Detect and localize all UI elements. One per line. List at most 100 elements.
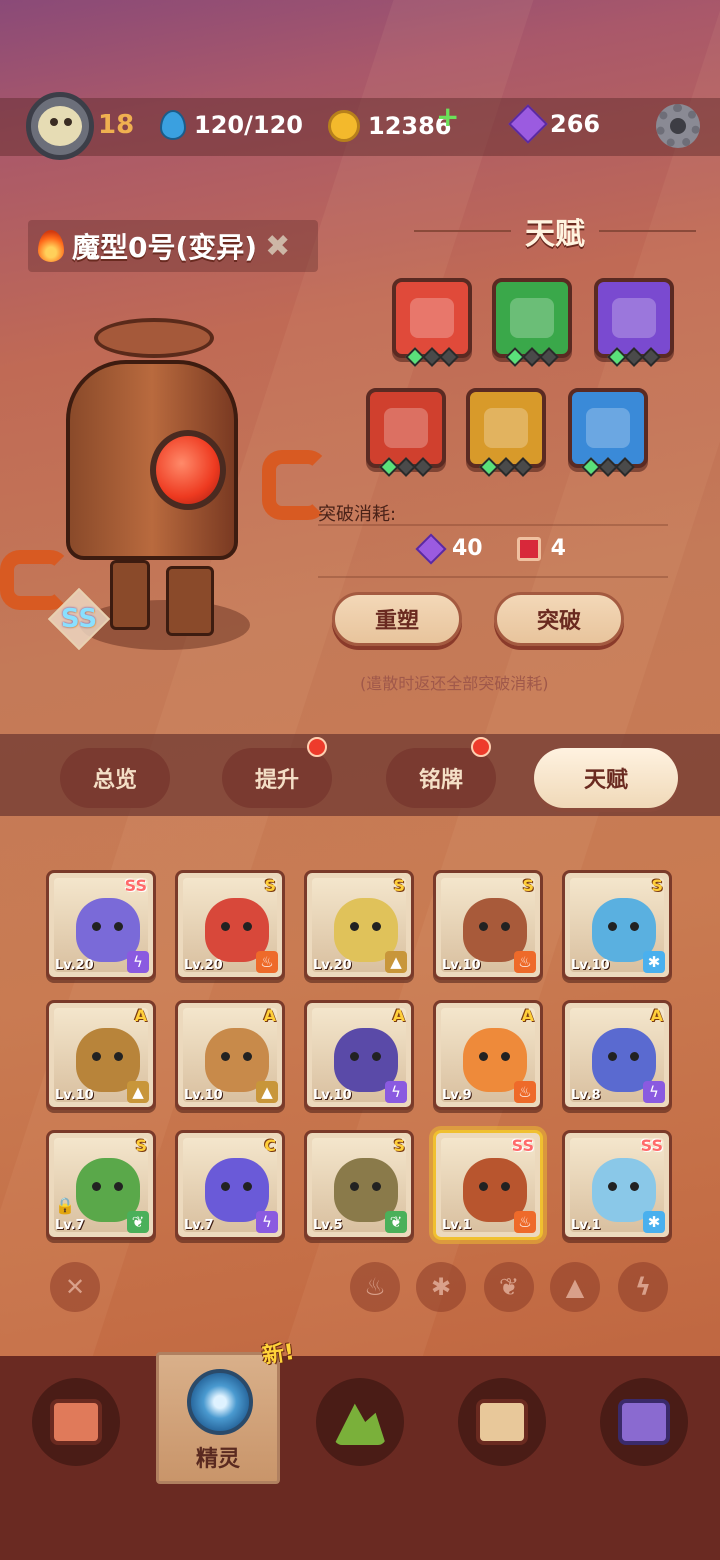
spirit-rank: C xyxy=(264,1136,276,1155)
spirit-level: Lv.8 xyxy=(571,1088,601,1103)
spirit-card[interactable]: S Lv.20 ▲ xyxy=(304,870,414,980)
spirit-level: Lv.1 xyxy=(442,1218,472,1233)
break-cost: 40 4 xyxy=(415,532,566,565)
player-avatar[interactable] xyxy=(26,92,94,160)
add-coins-button[interactable]: + xyxy=(436,100,459,133)
nav-device[interactable] xyxy=(32,1378,120,1466)
close-icon[interactable]: ✖ xyxy=(265,229,290,264)
ornament-right xyxy=(599,230,696,232)
spirit-rank: SS xyxy=(640,1136,663,1155)
nav-chest[interactable] xyxy=(458,1378,546,1466)
fire-filter-icon[interactable]: ♨ xyxy=(350,1262,400,1312)
earth-element-icon: ▲ xyxy=(385,951,407,973)
breakthrough-button[interactable]: 突破 xyxy=(494,592,624,646)
notification-dot xyxy=(307,737,327,757)
cost-books: 4 xyxy=(550,536,566,561)
hero-rank: SS xyxy=(60,604,98,634)
spirit-card[interactable]: SS Lv.1 ✱ xyxy=(562,1130,672,1240)
spirit-card[interactable]: C Lv.7 ϟ xyxy=(175,1130,285,1240)
spirit-rank: A xyxy=(650,1006,663,1025)
energy-value: 120/120 xyxy=(194,111,303,139)
book-icon xyxy=(516,536,541,561)
fire-element-icon xyxy=(38,230,64,262)
ice-filter-icon[interactable]: ✱ xyxy=(416,1262,466,1312)
tab-talent[interactable]: 天赋 xyxy=(534,748,678,808)
avatar-face-icon xyxy=(38,106,82,146)
fire-element-icon: ♨ xyxy=(256,951,278,973)
spirit-card[interactable]: S Lv.5 ❦ xyxy=(304,1130,414,1240)
spirit-rank: S xyxy=(393,876,405,895)
spirit-level: Lv.10 xyxy=(55,1088,94,1103)
player-level: 18 xyxy=(98,110,135,140)
spirit-rank: S xyxy=(393,1136,405,1155)
hero-name-banner: 魔型0号(变异) ✖ xyxy=(28,220,318,272)
spirit-rank: SS xyxy=(124,876,147,895)
lightning-talent-slot[interactable] xyxy=(594,278,674,367)
wing-talent-slot[interactable] xyxy=(466,388,546,477)
settings-gear-icon[interactable] xyxy=(656,104,700,148)
spirit-level: Lv.20 xyxy=(313,958,352,973)
spirit-level: Lv.9 xyxy=(442,1088,472,1103)
leaf-element-icon: ❦ xyxy=(127,1211,149,1233)
fire-element-icon: ♨ xyxy=(514,1211,536,1233)
spirit-rank: A xyxy=(521,1006,534,1025)
divider xyxy=(318,524,668,526)
blood-talent-icon xyxy=(384,408,428,448)
spirit-rank: S xyxy=(522,876,534,895)
spirit-level: Lv.10 xyxy=(571,958,610,973)
ice-element-icon: ✱ xyxy=(643,1211,665,1233)
leaf-filter-icon[interactable]: ❦ xyxy=(484,1262,534,1312)
gem-counter: 266 xyxy=(508,104,600,144)
nav-map-terrain[interactable] xyxy=(316,1378,404,1466)
spirit-orb-icon xyxy=(187,1369,253,1435)
claw-talent-slot[interactable] xyxy=(492,278,572,367)
water-drop-icon xyxy=(160,110,186,140)
fire-element-icon: ♨ xyxy=(514,951,536,973)
spirit-level: Lv.7 xyxy=(55,1218,85,1233)
clear-filter-icon[interactable]: ✕ xyxy=(50,1262,100,1312)
spirit-card[interactable]: A Lv.9 ♨ xyxy=(433,1000,543,1110)
fang-talent-slot[interactable] xyxy=(392,278,472,367)
blood-talent-slot[interactable] xyxy=(366,388,446,477)
spirit-rank: S xyxy=(264,876,276,895)
nav-spirits[interactable]: 精灵 xyxy=(156,1352,280,1484)
lightning-element-icon: ϟ xyxy=(256,1211,278,1233)
reset-button[interactable]: 重塑 xyxy=(332,592,462,646)
spirit-card[interactable]: A Lv.10 ▲ xyxy=(46,1000,156,1110)
spirit-card[interactable]: S Lv.10 ♨ xyxy=(433,870,543,980)
talent-pip xyxy=(513,457,533,477)
spirit-card[interactable]: SS Lv.20 ϟ xyxy=(46,870,156,980)
talent-pip xyxy=(413,457,433,477)
spirit-level: Lv.1 xyxy=(571,1218,601,1233)
spirit-card[interactable]: S Lv.20 ♨ xyxy=(175,870,285,980)
spirit-level: Lv.10 xyxy=(313,1088,352,1103)
nav-location[interactable] xyxy=(600,1378,688,1466)
tab-upgrade[interactable]: 提升 xyxy=(222,748,332,808)
spirit-card[interactable]: S Lv.7 ❦ 🔒 xyxy=(46,1130,156,1240)
spirit-rank: S xyxy=(135,1136,147,1155)
spirit-card[interactable]: SS Lv.1 ♨ xyxy=(433,1130,543,1240)
spirit-card[interactable]: A Lv.8 ϟ xyxy=(562,1000,672,1110)
fang-talent-icon xyxy=(410,298,454,338)
eye-talent-icon xyxy=(586,408,630,448)
notification-dot xyxy=(471,737,491,757)
talent-title: 天赋 xyxy=(525,217,585,252)
tab-nameplate[interactable]: 铭牌 xyxy=(386,748,496,808)
energy-counter: 120/120 xyxy=(160,110,303,140)
spirit-rank: A xyxy=(392,1006,405,1025)
spirit-card[interactable]: S Lv.10 ✱ xyxy=(562,870,672,980)
coin-icon xyxy=(328,110,360,142)
spirit-level: Lv.20 xyxy=(55,958,94,973)
eye-talent-slot[interactable] xyxy=(568,388,648,477)
spirit-card[interactable]: A Lv.10 ▲ xyxy=(175,1000,285,1110)
tab-overview[interactable]: 总览 xyxy=(60,748,170,808)
lightning-filter-icon[interactable]: ϟ xyxy=(618,1262,668,1312)
spirit-card[interactable]: A Lv.10 ϟ xyxy=(304,1000,414,1110)
fire-element-icon: ♨ xyxy=(514,1081,536,1103)
spirit-level: Lv.5 xyxy=(313,1218,343,1233)
hero-name: 魔型0号(变异) xyxy=(72,231,258,264)
new-badge: 新! xyxy=(260,1339,296,1370)
earth-filter-icon[interactable]: ▲ xyxy=(550,1262,600,1312)
talent-pip xyxy=(615,457,635,477)
spirit-rank: SS xyxy=(511,1136,534,1155)
